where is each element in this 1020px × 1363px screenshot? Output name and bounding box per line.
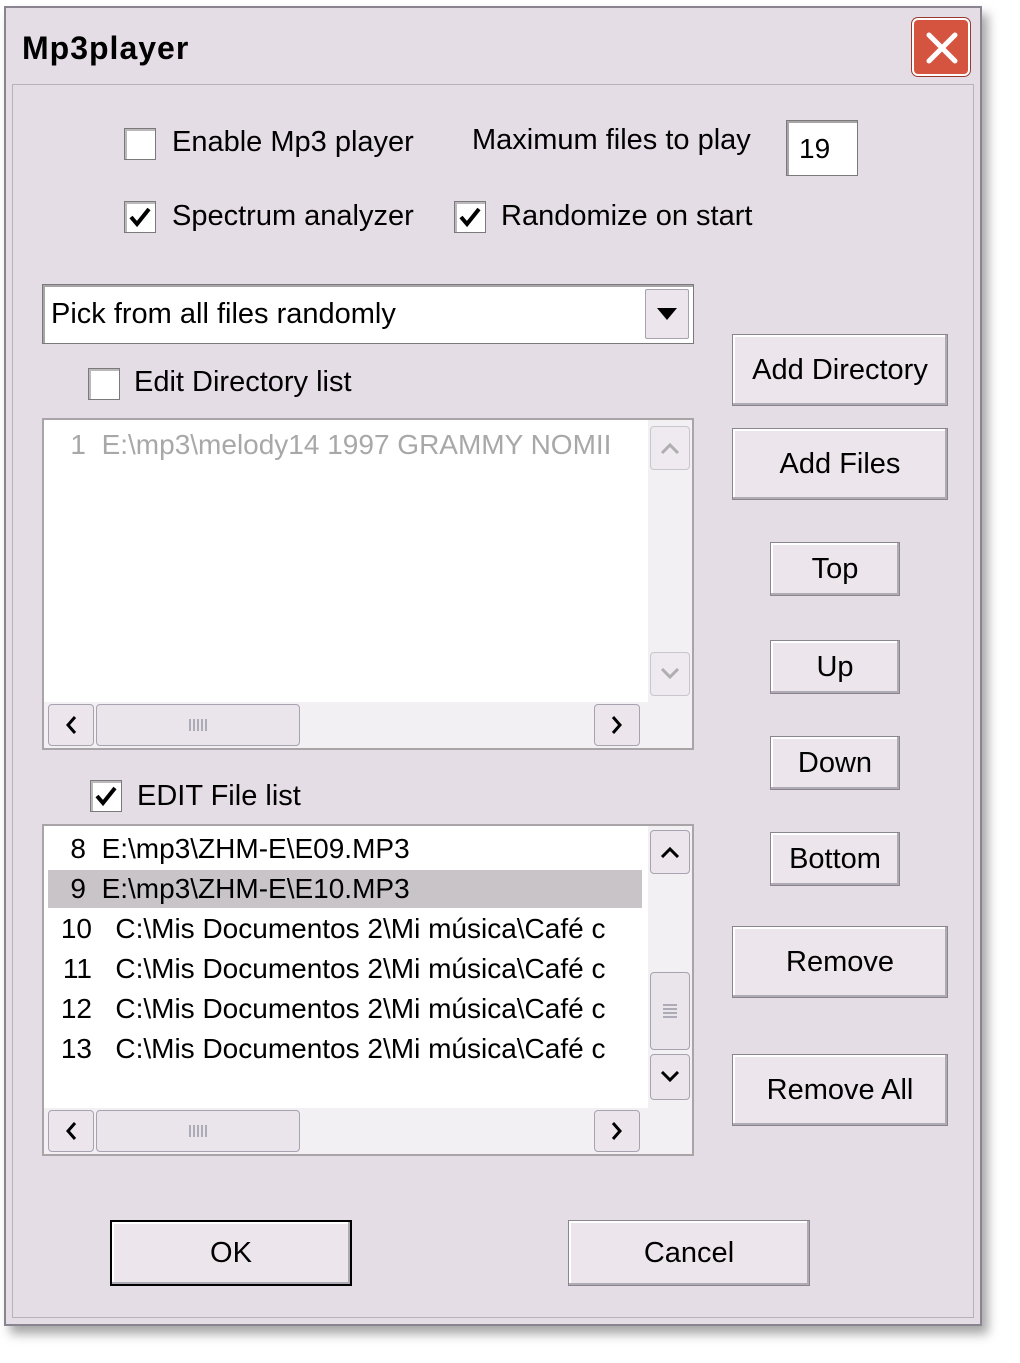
directory-scroll-up-button[interactable] [650,426,690,470]
close-button[interactable] [912,18,970,76]
directory-list[interactable]: 1 E:\mp3\melody14 1997 GRAMMY NOMII [42,418,694,750]
edit-file-list-label: EDIT File list [137,780,301,812]
enable-mp3-player-label: Enable Mp3 player [172,126,414,158]
chevron-right-icon [611,716,622,734]
spectrum-analyzer-label: Spectrum analyzer [172,200,414,232]
directory-scroll-right-button[interactable] [594,704,640,746]
file-scroll-thumb[interactable] [96,1110,300,1152]
chevron-left-icon [66,1122,77,1140]
window-title: Mp3player [22,30,190,66]
maximum-files-input[interactable]: 19 [786,120,858,176]
add-files-button[interactable]: Add Files [732,428,948,500]
file-scroll-left-button[interactable] [48,1110,94,1152]
bottom-button[interactable]: Bottom [770,832,900,886]
file-list-item[interactable]: 12 C:\Mis Documentos 2\Mi música\Café c [48,990,642,1028]
file-vertical-scroll-thumb[interactable] [650,972,690,1050]
up-button[interactable]: Up [770,640,900,694]
checkmark-icon [95,786,117,807]
play-mode-select[interactable]: Pick from all files randomly [42,284,694,344]
down-button[interactable]: Down [770,736,900,790]
chevron-down-icon [660,1071,680,1083]
chevron-up-icon [660,846,680,858]
edit-file-list-checkbox[interactable] [90,780,122,812]
play-mode-value: Pick from all files randomly [51,298,396,330]
file-list-item[interactable]: 11 C:\Mis Documentos 2\Mi música\Café c [48,950,642,988]
checkmark-icon [129,207,151,228]
randomize-on-start-checkbox[interactable] [454,201,486,233]
ok-button[interactable]: OK [110,1220,352,1286]
chevron-up-icon [660,442,680,454]
file-list-item[interactable]: 8 E:\mp3\ZHM-E\E09.MP3 [48,830,642,868]
dropdown-button[interactable] [645,289,689,339]
mp3player-dialog: Mp3player Enable Mp3 player Maximum file… [4,6,982,1326]
directory-scroll-thumb[interactable] [96,704,300,746]
cancel-button[interactable]: Cancel [568,1220,810,1286]
file-scroll-down-button[interactable] [650,1054,690,1100]
file-list-item[interactable]: 10 C:\Mis Documentos 2\Mi música\Café c [48,910,642,948]
grip-icon [189,719,207,731]
file-scroll-right-button[interactable] [594,1110,640,1152]
maximum-files-label: Maximum files to play [472,124,751,156]
file-scroll-up-button[interactable] [650,830,690,874]
enable-mp3-player-checkbox[interactable] [124,128,156,160]
title-bar[interactable]: Mp3player [6,8,980,84]
chevron-down-icon [657,308,677,320]
file-list-item[interactable]: 13 C:\Mis Documentos 2\Mi música\Café c [48,1030,642,1068]
chevron-right-icon [611,1122,622,1140]
grip-icon [189,1125,207,1137]
top-button[interactable]: Top [770,542,900,596]
edit-directory-list-checkbox[interactable] [88,368,120,400]
file-list[interactable]: 8 E:\mp3\ZHM-E\E09.MP3 9 E:\mp3\ZHM-E\E1… [42,824,694,1156]
randomize-on-start-label: Randomize on start [501,200,753,232]
directory-list-item[interactable]: 1 E:\mp3\melody14 1997 GRAMMY NOMII [48,426,611,464]
edit-directory-list-label: Edit Directory list [134,366,352,398]
chevron-down-icon [660,668,680,680]
file-list-item-selected[interactable]: 9 E:\mp3\ZHM-E\E10.MP3 [48,870,642,908]
remove-button[interactable]: Remove [732,926,948,998]
grip-icon [663,1004,677,1018]
checkmark-icon [459,207,481,228]
chevron-left-icon [66,716,77,734]
close-icon [926,32,958,64]
spectrum-analyzer-checkbox[interactable] [124,201,156,233]
remove-all-button[interactable]: Remove All [732,1054,948,1126]
add-directory-button[interactable]: Add Directory [732,334,948,406]
maximum-files-value: 19 [799,133,831,164]
directory-scroll-left-button[interactable] [48,704,94,746]
directory-scroll-down-button[interactable] [650,652,690,696]
